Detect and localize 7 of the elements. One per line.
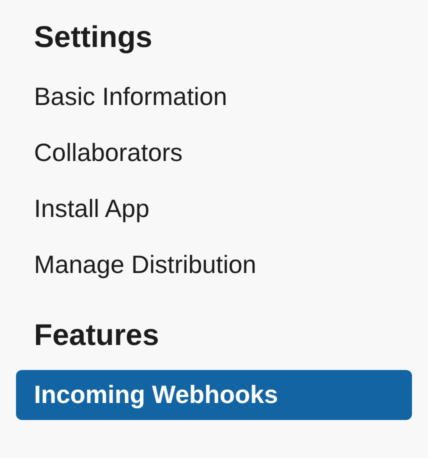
sidebar-item[interactable]: Basic Information [16, 72, 412, 122]
section-heading: Settings [33, 20, 154, 56]
section-heading: Features [33, 318, 160, 354]
sidebar-item[interactable]: Manage Distribution [16, 240, 412, 290]
sidebar-item[interactable]: Install App [16, 184, 412, 234]
sidebar-item[interactable]: Collaborators [16, 128, 412, 178]
sidebar-item[interactable]: Incoming Webhooks [16, 370, 412, 420]
